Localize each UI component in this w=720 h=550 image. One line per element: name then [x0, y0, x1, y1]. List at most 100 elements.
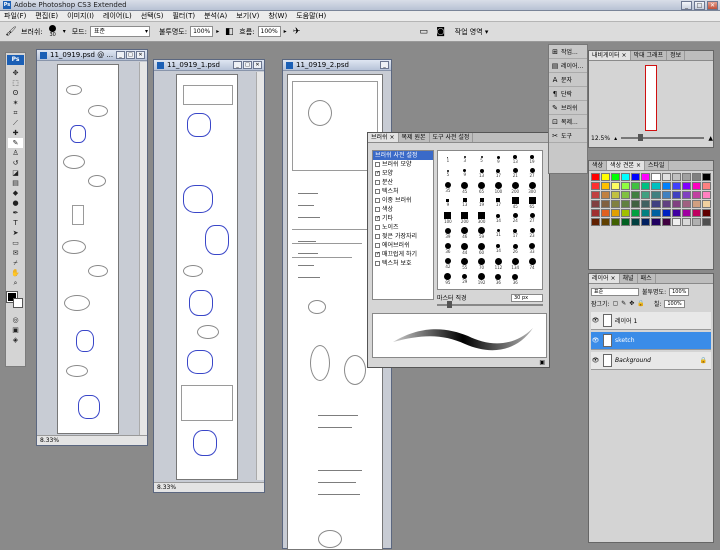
background-color[interactable]: [13, 298, 23, 308]
color-swatch[interactable]: [641, 182, 651, 190]
brush-setting-item[interactable]: 에어브러쉬: [373, 241, 433, 250]
color-swatch[interactable]: [651, 173, 661, 181]
zoom-level[interactable]: 8.33%: [40, 437, 59, 444]
checkbox[interactable]: [375, 243, 380, 248]
eyedropper-tool-icon[interactable]: ⌿: [8, 258, 23, 268]
color-swatch[interactable]: [591, 191, 601, 199]
brush-preset-picker[interactable]: 30: [46, 25, 60, 38]
color-swatch[interactable]: [631, 209, 641, 217]
navigator-preview[interactable]: [645, 65, 657, 131]
layer-row[interactable]: 👁 Background 🔒: [591, 352, 711, 370]
color-swatch[interactable]: [701, 200, 711, 208]
color-swatch[interactable]: [671, 218, 681, 226]
brush-preset[interactable]: 36: [507, 273, 523, 287]
color-swatch[interactable]: [701, 191, 711, 199]
color-swatch[interactable]: [671, 191, 681, 199]
color-swatch[interactable]: [651, 200, 661, 208]
dock-panel-button[interactable]: ⊞ 작업...: [549, 45, 587, 59]
brush-preset[interactable]: 11: [490, 227, 506, 241]
checkbox[interactable]: [375, 180, 380, 185]
brush-setting-item[interactable]: 텍스처 보호: [373, 259, 433, 268]
lasso-tool-icon[interactable]: ʘ: [8, 88, 23, 98]
brush-preset[interactable]: 5: [440, 167, 456, 180]
tablet-pressure-icon[interactable]: ◧: [222, 25, 236, 39]
layer-opacity-field[interactable]: 100%: [669, 287, 690, 296]
brush-preset[interactable]: 27: [524, 167, 540, 180]
color-swatch[interactable]: [601, 191, 611, 199]
dock-panel-button[interactable]: ¶ 단락: [549, 87, 587, 101]
brush-preset[interactable]: 13: [507, 153, 523, 166]
tab-swatches[interactable]: 색상 견본 ×: [607, 161, 645, 170]
color-swatch[interactable]: [661, 218, 671, 226]
doc-maximize-button[interactable]: □: [243, 61, 252, 69]
checkbox[interactable]: [375, 198, 380, 203]
dodge-tool-icon[interactable]: ●: [8, 198, 23, 208]
brush-preset[interactable]: 21: [507, 167, 523, 180]
color-swatch[interactable]: [621, 218, 631, 226]
doc-minimize-button[interactable]: _: [233, 61, 242, 69]
brush-tool-icon[interactable]: 🖌: [4, 25, 18, 39]
color-swatch[interactable]: [701, 173, 711, 181]
magic-wand-tool-icon[interactable]: ✶: [8, 98, 23, 108]
color-swatch[interactable]: [621, 182, 631, 190]
layer-name[interactable]: 레이어 1: [615, 316, 637, 325]
brush-preset[interactable]: 35: [440, 181, 456, 195]
color-swatch[interactable]: [671, 200, 681, 208]
path-select-tool-icon[interactable]: ➤: [8, 228, 23, 238]
brush-preset[interactable]: 45: [457, 181, 473, 195]
brush-preset[interactable]: 46: [457, 227, 473, 241]
menu-filter[interactable]: 필터(T): [172, 11, 195, 21]
imageready-icon[interactable]: ◈: [8, 335, 23, 345]
color-swatch[interactable]: [611, 182, 621, 190]
dock-panel-button[interactable]: ▤ 레이어...: [549, 59, 587, 73]
color-swatch[interactable]: [681, 209, 691, 217]
brush-preset[interactable]: 19: [524, 153, 540, 166]
brush-preset[interactable]: 39: [440, 227, 456, 241]
brush-preset[interactable]: 17: [490, 196, 506, 210]
color-swatch[interactable]: [691, 173, 701, 181]
visibility-eye-icon[interactable]: 👁: [591, 336, 600, 345]
brush-setting-item[interactable]: ✓ 매끄럽게 하기: [373, 250, 433, 259]
tab-histogram[interactable]: 막대 그래프: [631, 51, 668, 60]
color-swatch[interactable]: [621, 173, 631, 181]
lock-position-icon[interactable]: ✥: [629, 300, 634, 307]
gradient-tool-icon[interactable]: ▤: [8, 178, 23, 188]
color-swatch[interactable]: [591, 200, 601, 208]
brush-preset[interactable]: 36: [440, 242, 456, 256]
color-swatch[interactable]: [621, 209, 631, 217]
flow-chevron-icon[interactable]: ▸: [284, 28, 287, 35]
color-swatch[interactable]: [601, 173, 611, 181]
master-diameter-field[interactable]: 30 px: [511, 293, 543, 302]
brush-preset[interactable]: 9: [490, 153, 506, 166]
color-swatch[interactable]: [661, 200, 671, 208]
brush-preset[interactable]: 200: [457, 212, 473, 226]
document-window-1[interactable]: 11_0919.psd @ ... _ □ ✕ 8.33%: [36, 49, 148, 446]
screen-mode-icon[interactable]: ▣: [8, 325, 23, 335]
lock-all-icon[interactable]: 🔒: [637, 300, 644, 307]
brush-preset[interactable]: 65: [524, 196, 540, 210]
brush-preset[interactable]: 1: [440, 153, 456, 166]
color-swatch[interactable]: [601, 200, 611, 208]
checkbox[interactable]: ✓: [375, 216, 380, 221]
document-titlebar[interactable]: 11_0919_1.psd _ □ ✕: [154, 60, 264, 71]
dock-panel-button[interactable]: A 문자: [549, 73, 587, 87]
checkbox[interactable]: [375, 207, 380, 212]
shape-tool-icon[interactable]: ▭: [8, 238, 23, 248]
new-preset-icon[interactable]: ▣: [539, 359, 545, 366]
dock-panel-button[interactable]: ✂ 도구: [549, 129, 587, 143]
brush-setting-item[interactable]: 젖은 가장자리: [373, 232, 433, 241]
vertical-scrollbar[interactable]: [139, 62, 147, 435]
brush-preset[interactable]: 19: [474, 196, 490, 210]
checkbox[interactable]: ✓: [375, 252, 380, 257]
color-swatch[interactable]: [691, 200, 701, 208]
brush-preset[interactable]: 300: [474, 212, 490, 226]
brush-preset[interactable]: 26: [507, 242, 523, 256]
color-swatch[interactable]: [691, 218, 701, 226]
zoom-tool-icon[interactable]: ⌕: [8, 278, 23, 288]
layer-name[interactable]: Background: [615, 357, 651, 364]
chevron-down-icon[interactable]: ▾: [63, 28, 66, 35]
color-swatch[interactable]: [691, 209, 701, 217]
checkbox[interactable]: [375, 162, 380, 167]
brush-preset[interactable]: 300: [524, 181, 540, 195]
color-swatch[interactable]: [601, 182, 611, 190]
